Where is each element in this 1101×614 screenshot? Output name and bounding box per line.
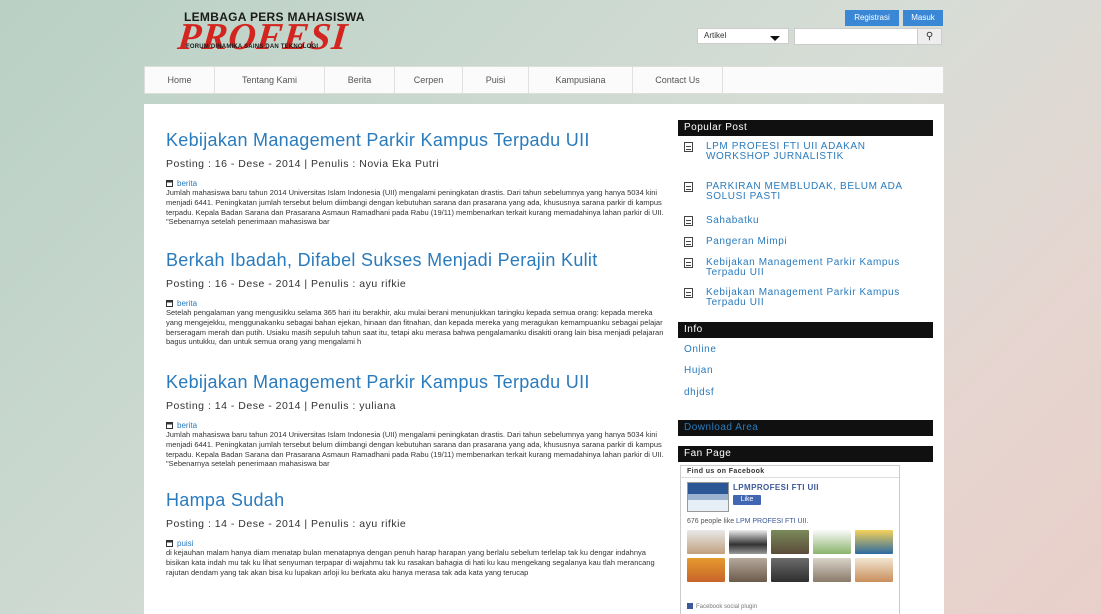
nav-cerpen[interactable]: Cerpen	[395, 67, 463, 93]
document-icon	[684, 142, 693, 152]
post-title[interactable]: Kebijakan Management Parkir Kampus Terpa…	[166, 130, 666, 150]
post-meta: Posting : 14 - Dese - 2014 | Penulis : y…	[166, 400, 397, 412]
nav-kampusiana[interactable]: Kampusiana	[529, 67, 633, 93]
popular-post-item[interactable]: PARKIRAN MEMBLUDAK, BELUM ADA SOLUSI PAS…	[684, 182, 904, 202]
post-item: Berkah Ibadah, Difabel Sukses Menjadi Pe…	[166, 250, 666, 347]
document-icon	[684, 258, 693, 268]
fb-plugin-text: Facebook social plugin	[687, 603, 757, 610]
fb-fan-grid	[687, 530, 895, 582]
post-meta: Posting : 16 - Dese - 2014 | Penulis : a…	[166, 278, 407, 290]
avatar[interactable]	[855, 558, 893, 582]
post-item: Hampa Sudah Posting : 14 - Dese - 2014 |…	[166, 490, 666, 577]
avatar[interactable]	[771, 530, 809, 554]
avatar[interactable]	[813, 530, 851, 554]
fb-page-thumbnail[interactable]	[687, 482, 729, 512]
fb-page-name[interactable]: LPMPROFESI FTI UII	[733, 483, 819, 492]
search-input[interactable]: ⚲	[794, 28, 942, 45]
avatar[interactable]	[729, 558, 767, 582]
fan-page-heading: Fan Page	[678, 446, 933, 462]
popular-post-item[interactable]: LPM PROFESI FTI UII ADAKAN WORKSHOP JURN…	[684, 142, 904, 162]
post-excerpt: Setelah pengalaman yang mengusikku selam…	[166, 308, 664, 347]
post-excerpt: di kejauhan malam hanya diam menatap bul…	[166, 548, 655, 577]
info-item[interactable]: Online	[684, 344, 717, 355]
book-icon	[166, 300, 173, 307]
post-category[interactable]: berita	[166, 179, 666, 188]
search-type-value: Artikel	[704, 31, 727, 40]
popular-post-heading: Popular Post	[678, 120, 933, 136]
search-icon[interactable]: ⚲	[917, 29, 941, 44]
post-item: Kebijakan Management Parkir Kampus Terpa…	[166, 130, 666, 227]
book-icon	[166, 180, 173, 187]
post-category[interactable]: berita	[166, 299, 666, 308]
caret-down-icon	[770, 36, 780, 41]
nav-puisi[interactable]: Puisi	[463, 67, 529, 93]
book-icon	[166, 540, 173, 547]
post-meta: Posting : 16 - Dese - 2014 | Penulis : N…	[166, 158, 440, 170]
popular-post-item[interactable]: Pangeran Mimpi	[684, 237, 904, 247]
nav-berita[interactable]: Berita	[325, 67, 395, 93]
avatar[interactable]	[687, 558, 725, 582]
fb-page-link[interactable]: LPM PROFESI FTI UII.	[736, 518, 808, 525]
facebook-widget: Find us on Facebook LPMPROFESI FTI UII L…	[680, 465, 900, 614]
content-panel: Kebijakan Management Parkir Kampus Terpa…	[144, 104, 944, 614]
avatar[interactable]	[855, 530, 893, 554]
document-icon	[684, 237, 693, 247]
post-excerpt: Jumlah mahasiswa baru tahun 2014 Univers…	[166, 430, 664, 469]
document-icon	[684, 288, 693, 298]
info-item[interactable]: dhjdsf	[684, 387, 714, 398]
nav-home[interactable]: Home	[145, 67, 215, 93]
search-type-select[interactable]: Artikel	[697, 28, 789, 44]
avatar[interactable]	[729, 530, 767, 554]
nav-contact-us[interactable]: Contact Us	[633, 67, 723, 93]
post-title[interactable]: Hampa Sudah	[166, 490, 666, 510]
main-nav: Home Tentang Kami Berita Cerpen Puisi Ka…	[144, 66, 944, 94]
logo-sub-text: FORUM DINAMIKA SAINS DAN TEKNOLOGI	[186, 44, 319, 50]
post-category[interactable]: berita	[166, 421, 666, 430]
avatar[interactable]	[813, 558, 851, 582]
logo-main-text: PROFESI	[175, 16, 350, 58]
info-item[interactable]: Hujan	[684, 365, 713, 376]
book-icon	[166, 422, 173, 429]
nav-tentang-kami[interactable]: Tentang Kami	[215, 67, 325, 93]
avatar[interactable]	[771, 558, 809, 582]
popular-post-item[interactable]: Kebijakan Management Parkir Kampus Terpa…	[684, 288, 904, 308]
post-item: Kebijakan Management Parkir Kampus Terpa…	[166, 372, 666, 469]
avatar[interactable]	[687, 530, 725, 554]
info-heading: Info	[678, 322, 933, 338]
post-title[interactable]: Kebijakan Management Parkir Kampus Terpa…	[166, 372, 666, 392]
post-meta: Posting : 14 - Dese - 2014 | Penulis : a…	[166, 518, 407, 530]
post-excerpt: Jumlah mahasiswa baru tahun 2014 Univers…	[166, 188, 664, 227]
post-category[interactable]: puisi	[166, 539, 666, 548]
site-logo[interactable]: LEMBAGA PERS MAHASISWA PROFESI FORUM DIN…	[175, 8, 378, 58]
login-button[interactable]: Masuk	[903, 10, 943, 26]
fb-like-count: 676 people like LPM PROFESI FTI UII.	[687, 518, 809, 525]
post-title[interactable]: Berkah Ibadah, Difabel Sukses Menjadi Pe…	[166, 250, 666, 270]
fb-like-button[interactable]: Like	[733, 495, 761, 505]
document-icon	[684, 182, 693, 192]
document-icon	[684, 216, 693, 226]
fb-find-text: Find us on Facebook	[681, 466, 899, 478]
register-button[interactable]: Registrasi	[845, 10, 899, 26]
popular-post-item[interactable]: Kebijakan Management Parkir Kampus Terpa…	[684, 258, 904, 278]
download-area-heading[interactable]: Download Area	[678, 420, 933, 436]
popular-post-item[interactable]: Sahabatku	[684, 216, 904, 226]
